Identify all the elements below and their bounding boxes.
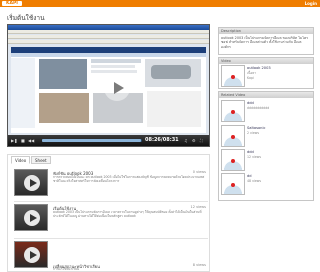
top-bar: KAPI Login <box>0 0 320 7</box>
current-video-box: Video outlook 2003 เนื้อหา Kapi <box>218 57 314 89</box>
related-video-thumbnail[interactable] <box>221 173 245 195</box>
description-box: Description outlook 2003 เป็นโปรแกรมจัดก… <box>218 27 314 55</box>
list-item[interactable]: ฟังก์ชัน outlook 2003 0 views การตรวจสอบ… <box>14 169 208 199</box>
browser-menubar <box>8 30 209 34</box>
play-overlay-icon[interactable] <box>104 75 130 101</box>
list-item-desc: การตรวจสอบได้เป็นนะ on outlook 2003 เมื่… <box>53 175 205 184</box>
list-item-views: 12 views <box>190 205 206 209</box>
current-video-heading: Video <box>219 58 313 64</box>
related-video-subtitle: 12 views <box>247 155 262 159</box>
related-video-thumbnail[interactable] <box>221 100 245 122</box>
browser-addressbar <box>8 40 209 44</box>
list-item-desc: การแก้ไขหน้าเรียน <box>53 267 80 271</box>
volume-icon[interactable]: ♫ <box>184 138 188 143</box>
video-thumbnail[interactable] <box>14 169 48 196</box>
tab-video[interactable]: Video <box>11 156 31 164</box>
related-video-thumbnail[interactable] <box>221 149 245 171</box>
current-video-thumbnail[interactable] <box>221 65 245 87</box>
progress-bar[interactable] <box>42 139 142 142</box>
related-video-subtitle: 48 views <box>247 179 262 183</box>
list-item[interactable]: เริ่มต้นใช้งาน 12 views outlook 2003 เป็… <box>14 204 208 234</box>
related-videos-box: Related Video ddd ddddddddddd Saltasonic… <box>218 91 314 201</box>
tab-sheet[interactable]: Sheet <box>31 156 51 164</box>
related-video-title[interactable]: dd <box>247 174 252 178</box>
video-thumbnail[interactable] <box>14 241 48 268</box>
related-video-subtitle: ddddddddddd <box>247 106 270 110</box>
related-video-title[interactable]: ddd <box>247 150 254 154</box>
related-video-thumbnail[interactable] <box>221 125 245 147</box>
browser-toolbar <box>8 35 209 39</box>
rewind-icon[interactable]: ◀◀ <box>28 138 34 143</box>
fullscreen-icon[interactable]: ⛶ <box>200 138 203 143</box>
divider <box>14 201 208 202</box>
video-frame <box>8 25 209 135</box>
list-item[interactable]: เปลี่ยนสถานะหน้าวิชาเรียน 8 views การแก้… <box>14 241 208 271</box>
settings-icon[interactable]: ⚙ <box>192 138 196 143</box>
play-pause-icon[interactable]: ▶❚ <box>11 138 17 143</box>
description-text: outlook 2003 เป็นโปรแกรมจัดการอีเมล ของบ… <box>221 36 309 49</box>
related-videos-heading: Related Video <box>219 92 313 98</box>
list-item-desc: outlook 2003 เป็นโปรแกรมจัดการอีเมล เวลา… <box>53 210 202 219</box>
video-thumbnail[interactable] <box>14 204 48 231</box>
related-video-title[interactable]: Saltasonic <box>247 126 265 130</box>
current-video-title[interactable]: outlook 2003 <box>247 66 271 70</box>
stop-icon[interactable]: ■ <box>21 138 25 143</box>
tabs-panel: Video Sheet ฟังก์ชัน outlook 2003 0 view… <box>7 154 210 272</box>
related-video-title[interactable]: ddd <box>247 101 254 105</box>
kapi-logo[interactable]: KAPI <box>2 1 22 6</box>
time-display: 08:26/08:31 <box>145 137 179 143</box>
list-item-views: 0 views <box>192 170 206 174</box>
related-video-subtitle: 2 views <box>247 131 260 135</box>
progress-fill <box>42 139 141 142</box>
login-link[interactable]: Login <box>305 1 317 6</box>
divider <box>14 238 208 239</box>
page-title: เริ่มต้นใช้งาน <box>7 14 45 22</box>
video-player[interactable]: ▶❚ ■ ◀◀ 08:26/08:31 ♫ ⚙ ⛶ <box>7 24 210 147</box>
player-controls: ▶❚ ■ ◀◀ 08:26/08:31 ♫ ⚙ ⛶ <box>8 135 209 146</box>
current-video-meta: Kapi <box>247 76 254 80</box>
